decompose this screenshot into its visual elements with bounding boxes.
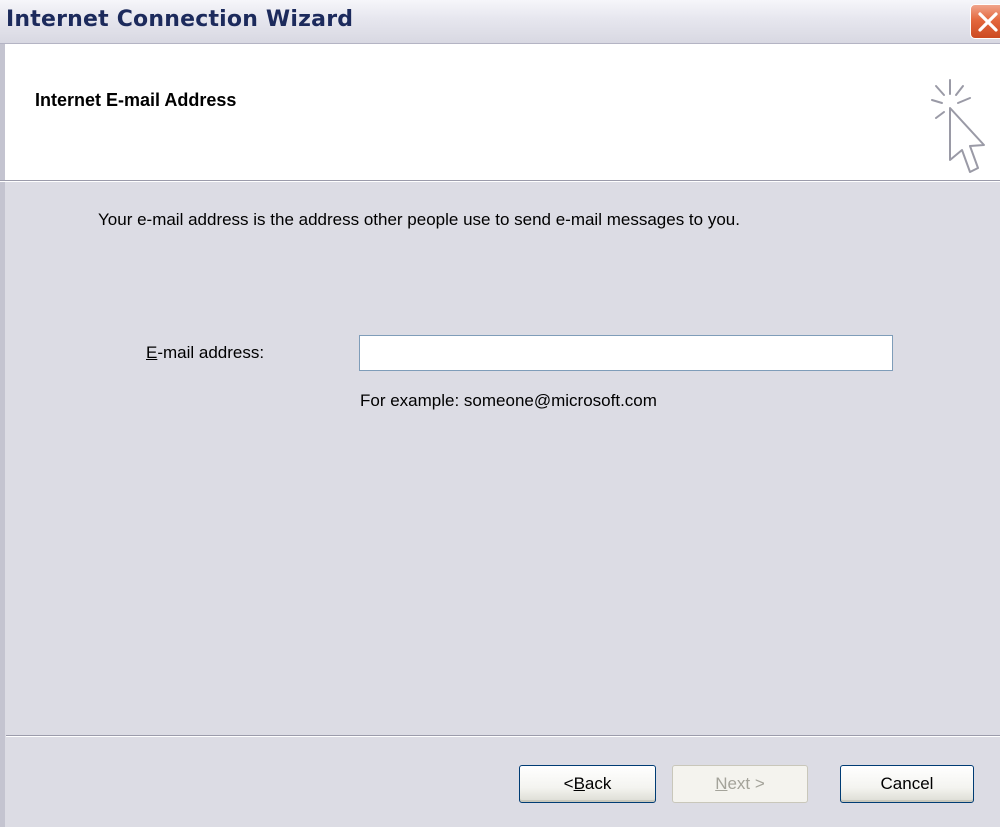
window-left-border xyxy=(0,182,5,827)
title-bar[interactable]: Internet Connection Wizard xyxy=(0,0,1000,44)
email-label-mnemonic: E xyxy=(146,343,158,362)
email-example-text: For example: someone@microsoft.com xyxy=(360,391,657,410)
next-button-rest: ext > xyxy=(727,774,765,793)
header-separator-highlight xyxy=(0,181,1000,182)
email-label-rest: -mail address: xyxy=(157,343,265,362)
next-button[interactable]: Next > xyxy=(672,765,808,803)
close-button[interactable] xyxy=(970,4,1000,39)
next-button-mnemonic: N xyxy=(715,774,728,793)
page-title: Internet E-mail Address xyxy=(35,90,237,110)
email-address-input[interactable] xyxy=(359,335,893,371)
back-button[interactable]: < Back xyxy=(519,765,656,803)
window-title: Internet Connection Wizard xyxy=(6,7,354,32)
cancel-button[interactable]: Cancel xyxy=(840,765,974,803)
footer-separator-highlight xyxy=(6,736,1000,737)
email-address-label: E-mail address: xyxy=(146,343,264,363)
wizard-header: Internet E-mail Address xyxy=(0,44,1000,180)
close-icon xyxy=(978,12,998,32)
cursor-sparkle-icon xyxy=(931,79,985,173)
cancel-button-label: Cancel xyxy=(880,774,934,793)
description-text: Your e-mail address is the address other… xyxy=(98,210,740,229)
back-button-mnemonic: B xyxy=(573,774,585,793)
back-button-prefix: < xyxy=(563,774,574,793)
back-button-rest: ack xyxy=(584,774,612,793)
